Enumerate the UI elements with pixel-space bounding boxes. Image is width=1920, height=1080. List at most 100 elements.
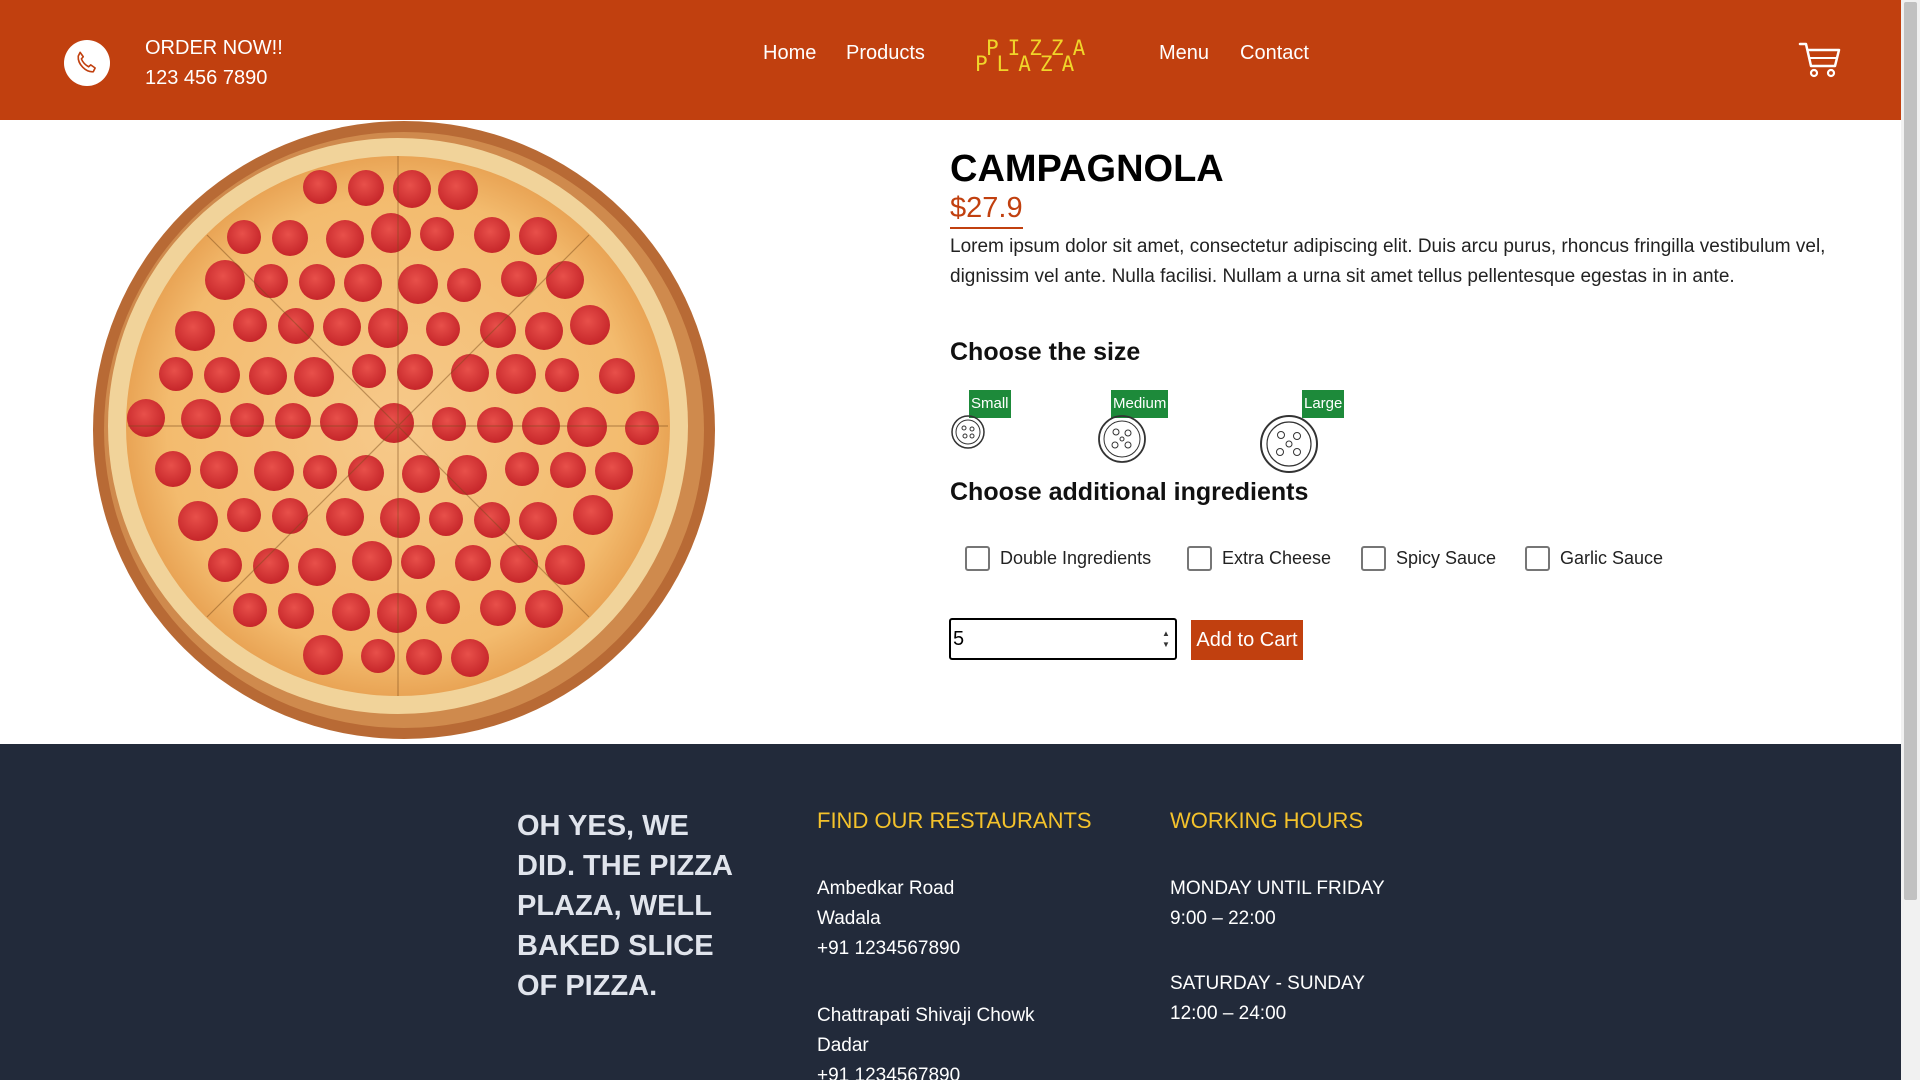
site-header: ORDER NOW!! 123 456 7890 Home Products P… bbox=[0, 0, 1901, 120]
weekday-hours-block: MONDAY UNTIL FRIDAY 9:00 – 22:00 bbox=[1170, 874, 1385, 934]
ingredient-spicy-sauce[interactable]: Spicy Sauce bbox=[1361, 545, 1496, 571]
phone-glyph bbox=[77, 51, 96, 73]
pepperoni-slice bbox=[406, 639, 442, 675]
pepperoni-slice bbox=[233, 308, 267, 342]
pepperoni-slice bbox=[380, 498, 420, 538]
pepperoni-slice bbox=[438, 170, 478, 210]
weekday-label: MONDAY UNTIL FRIDAY bbox=[1170, 878, 1385, 899]
pepperoni-slice bbox=[432, 407, 466, 441]
pepperoni-slice bbox=[573, 495, 613, 535]
pepperoni-slice bbox=[298, 548, 336, 586]
pepperoni-slice bbox=[208, 548, 242, 582]
pepperoni-slice bbox=[348, 455, 384, 491]
pepperoni-slice bbox=[447, 268, 481, 302]
pepperoni-slice bbox=[374, 403, 414, 443]
pepperoni-slice bbox=[397, 354, 433, 390]
checkbox-extra-cheese[interactable] bbox=[1187, 545, 1212, 571]
product-description: Lorem ipsum dolor sit amet, consectetur … bbox=[950, 236, 1826, 287]
pepperoni-slice bbox=[332, 593, 370, 631]
order-phone-number[interactable]: 123 456 7890 bbox=[145, 63, 283, 93]
restaurant-1-area: Wadala bbox=[817, 908, 881, 929]
order-now-block: ORDER NOW!! 123 456 7890 bbox=[145, 33, 283, 93]
ingredient-label: Spicy Sauce bbox=[1396, 547, 1497, 568]
pepperoni-slice bbox=[402, 455, 440, 493]
restaurant-2-area: Dadar bbox=[817, 1035, 869, 1056]
weekend-hours-block: SATURDAY - SUNDAY 12:00 – 24:00 bbox=[1170, 969, 1365, 1029]
pepperoni-slice bbox=[426, 312, 460, 346]
pepperoni-slice bbox=[205, 260, 245, 300]
nav-products[interactable]: Products bbox=[846, 42, 925, 65]
ingredient-label: Garlic Sauce bbox=[1560, 547, 1664, 568]
ingredients-heading: Choose additional ingredients bbox=[950, 478, 1309, 506]
ingredient-label: Double Ingredients bbox=[1000, 547, 1152, 568]
pepperoni-slice bbox=[474, 217, 510, 253]
cart-icon[interactable] bbox=[1798, 40, 1842, 80]
pepperoni-slice bbox=[525, 590, 563, 628]
pepperoni-slice bbox=[595, 452, 633, 490]
pepperoni-slice bbox=[326, 498, 364, 536]
pepperoni-slice bbox=[550, 452, 586, 488]
checkbox-double-ingredients[interactable] bbox=[965, 545, 990, 571]
pepperoni-slice bbox=[352, 541, 392, 581]
pepperoni-slice bbox=[451, 639, 489, 677]
pepperoni-slice bbox=[204, 357, 240, 393]
add-to-cart-button[interactable]: Add to Cart bbox=[1191, 620, 1303, 660]
restaurant-address-2: Chattrapati Shivaji Chowk Dadar +91 1234… bbox=[817, 1001, 1035, 1080]
pepperoni-slice bbox=[525, 312, 563, 350]
pepperoni-slice bbox=[496, 354, 536, 394]
page-scrollbar[interactable] bbox=[1901, 0, 1920, 1080]
quantity-spinner[interactable]: ▲ ▼ bbox=[1161, 628, 1171, 650]
pepperoni-slice bbox=[348, 170, 384, 206]
quantity-value: 5 bbox=[953, 628, 965, 650]
pepperoni-slice bbox=[278, 308, 314, 344]
ingredient-double-ingredients[interactable]: Double Ingredients bbox=[965, 545, 1151, 571]
quantity-input[interactable]: 5 ▲ ▼ bbox=[949, 618, 1177, 660]
pepperoni-slice bbox=[371, 213, 411, 253]
pepperoni-slice bbox=[303, 455, 337, 489]
restaurant-1-phone[interactable]: +91 1234567890 bbox=[817, 934, 960, 964]
pepperoni-slice bbox=[227, 220, 261, 254]
nav-menu[interactable]: Menu bbox=[1159, 42, 1209, 65]
weekend-label: SATURDAY - SUNDAY bbox=[1170, 973, 1365, 994]
pepperoni-slice bbox=[233, 593, 267, 627]
pepperoni-slice bbox=[249, 357, 287, 395]
pizza-plaza-logo[interactable]: PIZZA PLAZA bbox=[975, 38, 1105, 76]
pepperoni-slice bbox=[519, 502, 557, 540]
pepperoni-slice bbox=[477, 407, 513, 443]
ingredient-garlic-sauce[interactable]: Garlic Sauce bbox=[1525, 545, 1663, 571]
checkbox-spicy-sauce[interactable] bbox=[1361, 545, 1386, 571]
pepperoni-slice bbox=[599, 358, 635, 394]
checkbox-garlic-sauce[interactable] bbox=[1525, 545, 1550, 571]
pepperoni-slice bbox=[155, 451, 191, 487]
pepperoni-slice bbox=[320, 403, 358, 441]
weekend-hours: 12:00 – 24:00 bbox=[1170, 1003, 1287, 1024]
pepperoni-slice bbox=[254, 451, 294, 491]
pepperoni-slice bbox=[519, 217, 557, 255]
pepperoni-slice bbox=[278, 593, 314, 629]
product-title: CAMPAGNOLA bbox=[950, 148, 1224, 190]
nav-home[interactable]: Home bbox=[763, 42, 816, 65]
pepperoni-slice bbox=[426, 590, 460, 624]
pepperoni-slice bbox=[545, 358, 579, 392]
restaurant-2-phone[interactable]: +91 1234567890 bbox=[817, 1061, 1035, 1080]
pepperoni-slice bbox=[299, 264, 335, 300]
pepperoni-slice bbox=[393, 170, 431, 208]
pepperoni-slice bbox=[455, 545, 491, 581]
pepperoni-slice bbox=[159, 357, 193, 391]
pepperoni-slice bbox=[500, 545, 538, 583]
nav-contact[interactable]: Contact bbox=[1240, 42, 1309, 65]
pepperoni-slice bbox=[254, 264, 288, 298]
pepperoni-slice bbox=[567, 407, 607, 447]
ingredient-extra-cheese[interactable]: Extra Cheese bbox=[1187, 545, 1331, 571]
pepperoni-slice bbox=[294, 357, 334, 397]
hours-heading: WORKING HOURS bbox=[1170, 808, 1364, 833]
pepperoni-slice bbox=[303, 635, 343, 675]
pepperoni-slice bbox=[505, 452, 539, 486]
scrollbar-thumb[interactable] bbox=[1904, 2, 1917, 900]
pepperoni-slice bbox=[570, 305, 610, 345]
pepperoni-slice bbox=[361, 639, 395, 673]
site-footer: OH YES, WE DID. THE PIZZA PLAZA, WELL BA… bbox=[0, 744, 1901, 1080]
pizza-image bbox=[93, 121, 715, 739]
phone-icon[interactable] bbox=[64, 40, 110, 86]
checkmark-icon bbox=[1366, 551, 1382, 566]
